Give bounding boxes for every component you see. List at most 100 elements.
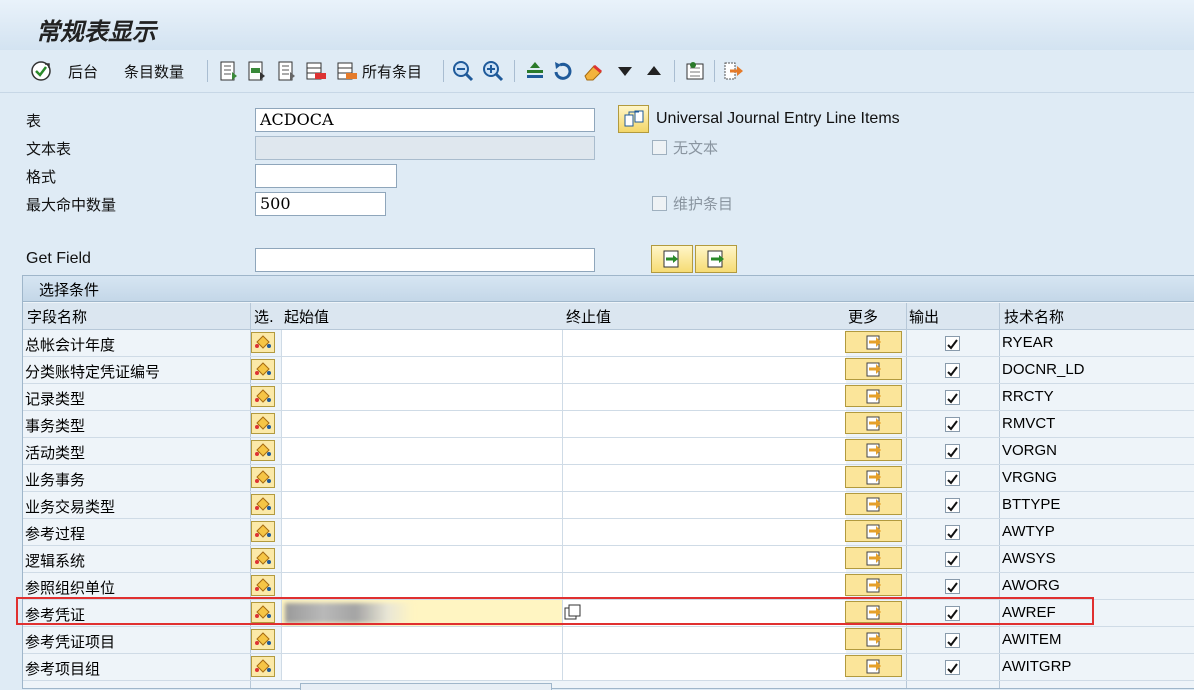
background-button[interactable]: 后台 bbox=[68, 58, 98, 84]
multiple-selection-button[interactable] bbox=[845, 439, 904, 463]
sort-icon[interactable] bbox=[524, 58, 546, 84]
to-value-input[interactable] bbox=[562, 627, 846, 653]
from-value-input[interactable] bbox=[281, 627, 563, 653]
select-all-icon[interactable] bbox=[218, 58, 240, 84]
technical-name: AWITGRP bbox=[1002, 658, 1072, 675]
eraser-icon[interactable] bbox=[582, 58, 604, 84]
multiple-selection-button[interactable] bbox=[845, 574, 904, 598]
triangle-up-icon[interactable] bbox=[643, 58, 665, 84]
output-checkbox[interactable] bbox=[945, 417, 960, 432]
zoom-out-icon[interactable] bbox=[452, 58, 474, 84]
select-options-icon[interactable] bbox=[251, 332, 277, 355]
multiple-selection-button[interactable] bbox=[845, 520, 904, 544]
to-value-input[interactable] bbox=[562, 411, 846, 437]
output-checkbox[interactable] bbox=[945, 660, 960, 675]
no-text-checkbox[interactable] bbox=[652, 140, 667, 155]
output-checkbox[interactable] bbox=[945, 498, 960, 513]
field-name: 参照组织单位 bbox=[25, 579, 116, 597]
from-value-input[interactable] bbox=[281, 411, 563, 437]
field-name: 事务类型 bbox=[25, 417, 86, 435]
from-value-input[interactable] bbox=[281, 654, 563, 680]
multiple-selection-button[interactable] bbox=[845, 655, 904, 679]
to-value-input[interactable] bbox=[562, 573, 846, 599]
max-hits-input[interactable]: 500 bbox=[255, 192, 386, 216]
multiple-selection-button[interactable] bbox=[845, 358, 904, 382]
to-value-input[interactable] bbox=[562, 654, 846, 680]
refresh-icon[interactable] bbox=[552, 58, 574, 84]
to-value-input[interactable] bbox=[562, 438, 846, 464]
multiple-selection-button[interactable] bbox=[845, 493, 904, 517]
export-icon[interactable] bbox=[722, 58, 744, 84]
multiple-selection-button[interactable] bbox=[845, 331, 904, 355]
get-field-input[interactable] bbox=[255, 248, 595, 272]
select-options-icon[interactable] bbox=[251, 629, 277, 652]
execute-icon[interactable] bbox=[30, 58, 52, 84]
field-name: 逻辑系统 bbox=[25, 552, 86, 570]
select-options-icon[interactable] bbox=[251, 440, 277, 463]
multiple-selection-button[interactable] bbox=[845, 466, 904, 490]
output-checkbox[interactable] bbox=[945, 552, 960, 567]
select-options-icon[interactable] bbox=[251, 656, 277, 679]
table-lookup-button[interactable] bbox=[618, 105, 649, 133]
maintain-entries-checkbox[interactable] bbox=[652, 196, 667, 211]
output-checkbox[interactable] bbox=[945, 471, 960, 486]
output-checkbox[interactable] bbox=[945, 363, 960, 378]
to-value-input[interactable] bbox=[562, 465, 846, 491]
import-button[interactable] bbox=[651, 245, 693, 273]
from-value-input[interactable] bbox=[281, 384, 563, 410]
technical-name: AWORG bbox=[1002, 577, 1060, 594]
select-options-icon[interactable] bbox=[251, 548, 277, 571]
technical-name: AWITEM bbox=[1002, 631, 1062, 648]
delete-row-icon[interactable] bbox=[305, 58, 327, 84]
from-value-input[interactable] bbox=[281, 465, 563, 491]
multiple-selection-button[interactable] bbox=[845, 628, 904, 652]
select-options-icon[interactable] bbox=[251, 467, 277, 490]
text-table-label: 文本表 bbox=[26, 140, 72, 158]
to-value-input[interactable] bbox=[562, 357, 846, 383]
to-value-input[interactable] bbox=[562, 384, 846, 410]
select-options-icon[interactable] bbox=[251, 413, 277, 436]
multiple-selection-button[interactable] bbox=[845, 385, 904, 409]
from-value-input[interactable] bbox=[281, 492, 563, 518]
all-entries-button[interactable]: 所有条目 bbox=[362, 58, 422, 84]
select-options-icon[interactable] bbox=[251, 575, 277, 598]
from-value-input[interactable] bbox=[281, 357, 563, 383]
to-value-input[interactable] bbox=[562, 330, 846, 356]
triangle-down-icon[interactable] bbox=[614, 58, 636, 84]
number-of-entries-button[interactable]: 条目数量 bbox=[124, 58, 184, 84]
format-input[interactable] bbox=[255, 164, 397, 188]
to-value-input[interactable] bbox=[562, 492, 846, 518]
to-value-input[interactable] bbox=[562, 546, 846, 572]
output-checkbox[interactable] bbox=[945, 633, 960, 648]
deselect-icon[interactable] bbox=[276, 58, 298, 84]
output-checkbox[interactable] bbox=[945, 579, 960, 594]
from-value-input[interactable] bbox=[281, 519, 563, 545]
maintain-entries-label: 维护条目 bbox=[673, 195, 734, 213]
from-value-input[interactable] bbox=[281, 330, 563, 356]
table-row: 逻辑系统 AWSYS bbox=[23, 546, 1194, 573]
select-options-icon[interactable] bbox=[251, 386, 277, 409]
select-options-icon[interactable] bbox=[251, 521, 277, 544]
output-checkbox[interactable] bbox=[945, 444, 960, 459]
output-checkbox[interactable] bbox=[945, 390, 960, 405]
multiple-selection-button[interactable] bbox=[845, 547, 904, 571]
output-checkbox[interactable] bbox=[945, 525, 960, 540]
table-input[interactable]: ACDOCA bbox=[255, 108, 595, 132]
select-options-icon[interactable] bbox=[251, 359, 277, 382]
export-selection-button[interactable] bbox=[695, 245, 737, 273]
column-header-output: 输出 bbox=[909, 308, 940, 326]
to-value-input[interactable] bbox=[562, 519, 846, 545]
select-options-icon[interactable] bbox=[251, 494, 277, 517]
output-checkbox[interactable] bbox=[945, 336, 960, 351]
select-block-icon[interactable] bbox=[246, 58, 268, 84]
from-value-input[interactable] bbox=[281, 573, 563, 599]
settings-icon[interactable] bbox=[684, 58, 706, 84]
from-value-input[interactable] bbox=[281, 546, 563, 572]
from-value-input[interactable] bbox=[281, 438, 563, 464]
toolbar-separator bbox=[514, 60, 515, 82]
field-name: 业务事务 bbox=[25, 471, 86, 489]
table-row: 业务交易类型 BTTYPE bbox=[23, 492, 1194, 519]
zoom-in-icon[interactable] bbox=[482, 58, 504, 84]
all-entries-icon[interactable] bbox=[336, 58, 358, 84]
multiple-selection-button[interactable] bbox=[845, 412, 904, 436]
